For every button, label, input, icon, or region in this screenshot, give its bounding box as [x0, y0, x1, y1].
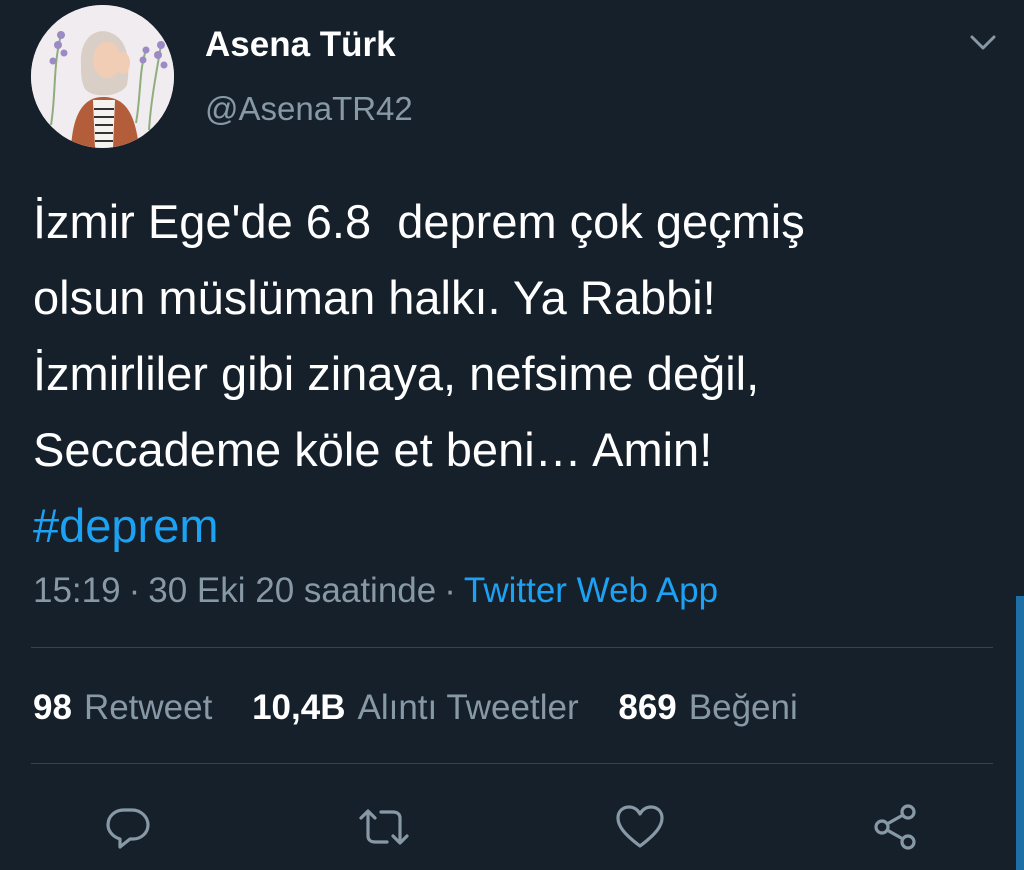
quotes-label: Alıntı Tweetler [357, 688, 579, 727]
divider [31, 647, 993, 648]
tweet-body: İzmir Ege'de 6.8 deprem çok geçmiş olsun… [33, 184, 993, 564]
avatar-illustration [31, 5, 174, 148]
chevron-down-icon [970, 35, 996, 50]
quotes-stat[interactable]: 10,4B Alıntı Tweetler [252, 688, 579, 727]
avatar[interactable] [31, 5, 174, 148]
heart-icon [616, 805, 664, 848]
meta-separator: · [444, 571, 456, 610]
likes-count: 869 [618, 688, 677, 727]
retweets-stat[interactable]: 98 Retweet [33, 688, 212, 727]
tweet-text-line: Seccademe köle et beni… Amin! [33, 423, 713, 476]
like-button[interactable] [613, 800, 667, 854]
tweet-source-link[interactable]: Twitter Web App [464, 571, 718, 610]
divider [31, 763, 993, 764]
quotes-count: 10,4B [252, 688, 346, 727]
likes-label: Beğeni [688, 688, 798, 727]
likes-stat[interactable]: 869 Beğeni [618, 688, 797, 727]
retweets-count: 98 [33, 688, 72, 727]
scrollbar-thumb[interactable] [1016, 596, 1024, 870]
author-display-name[interactable]: Asena Türk [205, 24, 396, 66]
meta-separator: · [128, 571, 141, 610]
reply-button[interactable] [101, 800, 155, 854]
reply-icon [106, 808, 150, 849]
hashtag-link[interactable]: #deprem [33, 488, 993, 564]
tweet-text-line: İzmir Ege'de 6.8 deprem çok geçmiş [33, 195, 805, 248]
tweet-detail: Asena Türk @AsenaTR42 İzmir Ege'de 6.8 d… [0, 0, 1024, 870]
tweet-time[interactable]: 15:19 [33, 571, 121, 610]
author-handle[interactable]: @AsenaTR42 [205, 89, 413, 129]
share-icon [874, 804, 916, 850]
more-options-button[interactable] [965, 28, 1001, 58]
retweet-icon [359, 809, 409, 845]
retweet-button[interactable] [357, 800, 411, 854]
retweets-label: Retweet [83, 688, 213, 727]
tweet-text-line: İzmirliler gibi zinaya, nefsime değil, [33, 347, 760, 400]
tweet-meta: 15:19 · 30 Eki 20 saatinde · Twitter Web App [33, 569, 718, 613]
tweet-date[interactable]: 30 Eki 20 saatinde [148, 571, 436, 610]
share-button[interactable] [869, 800, 923, 854]
engagement-stats: 98 Retweet 10,4B Alıntı Tweetler 869 Beğeni [33, 686, 828, 730]
tweet-text-line: olsun müslüman halkı. Ya Rabbi! [33, 271, 716, 324]
